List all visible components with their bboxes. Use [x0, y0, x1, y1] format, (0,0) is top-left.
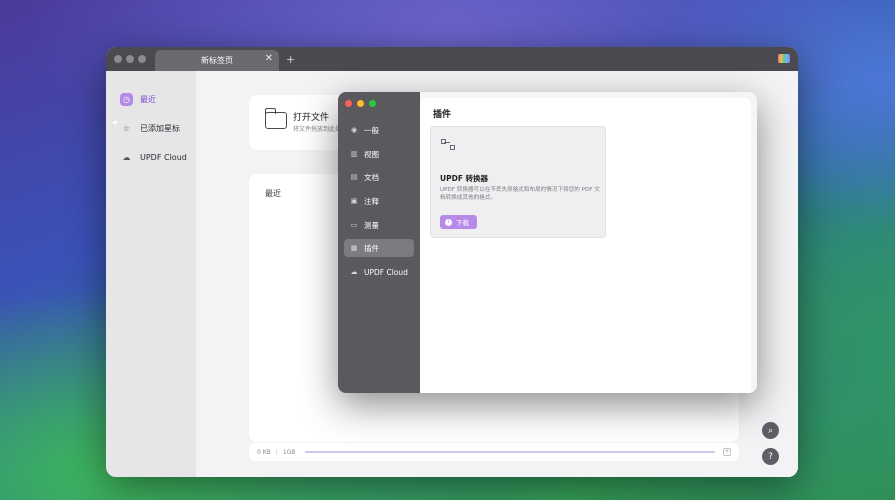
settings-nav-label: UPDF Cloud — [364, 267, 408, 277]
settings-nav-view[interactable]: ▥ 视图 — [344, 145, 414, 163]
storage-used: 0 KB — [257, 448, 271, 456]
settings-panel-title: 插件 — [433, 110, 452, 120]
settings-nav-label: 视图 — [364, 149, 379, 159]
view-icon: ▥ — [350, 150, 358, 158]
storage-total: 1GB — [282, 448, 296, 456]
title-bar: 新标签页 ✕ + — [106, 47, 798, 71]
general-icon: ◉ — [350, 126, 358, 134]
download-icon: ↓ — [445, 218, 452, 226]
download-button[interactable]: ↓ 下载 — [440, 215, 477, 229]
sidebar-item-recent[interactable]: ◷ 最近 — [120, 88, 200, 110]
open-file-title: 打开文件 — [293, 113, 330, 123]
tab-close-icon[interactable]: ✕ — [265, 53, 273, 64]
open-file-subtitle: 将文件拖放到此处 — [293, 126, 342, 133]
settings-nav-label: 插件 — [364, 243, 379, 253]
window-close-dot[interactable] — [114, 55, 122, 63]
settings-nav-label: 注释 — [364, 196, 379, 206]
tab-new-tab[interactable]: 新标签页 ✕ — [155, 50, 279, 71]
sidebar-toggle-icon[interactable]: ◀ — [112, 119, 117, 126]
window-minimize-dot[interactable] — [126, 55, 134, 63]
converter-icon — [441, 139, 457, 153]
clock-icon: ◷ — [120, 92, 133, 106]
tab-title: 新标签页 — [201, 56, 233, 65]
settings-dialog: ◉ 一般 ▥ 视图 ▤ 文档 ▣ 注释 ▭ 测量 ▦ 插件 ☁ UPDF Clo… — [338, 92, 757, 393]
comment-icon: ▣ — [350, 197, 358, 205]
updf-logo-icon — [778, 54, 790, 63]
help-button[interactable]: ? — [762, 448, 779, 465]
sidebar-item-cloud[interactable]: ☁ UPDF Cloud — [120, 146, 200, 168]
plugin-name: UPDF 转换器 — [440, 174, 489, 183]
storage-bar: 0 KB | 1GB + — [249, 443, 739, 461]
dialog-zoom-dot[interactable] — [369, 100, 376, 107]
plugin-icon: ▦ — [350, 244, 358, 252]
download-label: 下载 — [456, 219, 469, 227]
settings-nav-measure[interactable]: ▭ 测量 — [344, 216, 414, 234]
document-icon: ▤ — [350, 173, 358, 181]
help-icon: ? — [768, 451, 773, 462]
settings-sidebar: ◉ 一般 ▥ 视图 ▤ 文档 ▣ 注释 ▭ 测量 ▦ 插件 ☁ UPDF Clo… — [338, 92, 420, 393]
recent-title: 最近 — [265, 189, 281, 198]
ruler-icon: ▭ — [350, 221, 358, 229]
sidebar-item-label: 已添加星标 — [140, 123, 180, 133]
search-button[interactable]: ⌕ — [762, 422, 779, 439]
add-storage-button[interactable]: + — [723, 448, 731, 456]
sidebar: ◀ ◷ 最近 ☆ 已添加星标 ☁ UPDF Cloud — [112, 71, 196, 476]
dialog-minimize-dot[interactable] — [357, 100, 364, 107]
cloud-icon: ☁ — [350, 268, 358, 276]
settings-nav-comment[interactable]: ▣ 注释 — [344, 192, 414, 210]
sidebar-item-label: 最近 — [140, 94, 156, 104]
settings-nav-label: 测量 — [364, 220, 379, 230]
settings-nav-plugins[interactable]: ▦ 插件 — [344, 239, 414, 257]
settings-nav-label: 一般 — [364, 125, 379, 135]
cloud-icon: ☁ — [122, 152, 131, 162]
dialog-close-dot[interactable] — [345, 100, 352, 107]
star-icon: ☆ — [122, 123, 131, 133]
plugin-card-converter: UPDF 转换器 UPDF 转换器可以在不丢失原格式和布局的情况下将您的 PDF… — [430, 126, 606, 238]
storage-separator: | — [275, 448, 278, 456]
storage-progress — [305, 451, 715, 453]
settings-nav-general[interactable]: ◉ 一般 — [344, 121, 414, 139]
plugin-description: UPDF 转换器可以在不丢失原格式和布局的情况下将您的 PDF 文档转换成其他的… — [440, 187, 600, 201]
settings-nav-label: 文档 — [364, 172, 379, 182]
folder-icon — [264, 108, 287, 129]
window-zoom-dot[interactable] — [138, 55, 146, 63]
search-icon: ⌕ — [767, 425, 774, 436]
settings-nav-document[interactable]: ▤ 文档 — [344, 168, 414, 186]
add-tab-button[interactable]: + — [286, 53, 295, 66]
settings-nav-cloud[interactable]: ☁ UPDF Cloud — [344, 263, 414, 281]
sidebar-item-starred[interactable]: ☆ 已添加星标 — [120, 117, 200, 139]
settings-panel: 插件 UPDF 转换器 UPDF 转换器可以在不丢失原格式和布局的情况下将您的 … — [420, 98, 751, 393]
sidebar-item-label: UPDF Cloud — [140, 152, 187, 162]
